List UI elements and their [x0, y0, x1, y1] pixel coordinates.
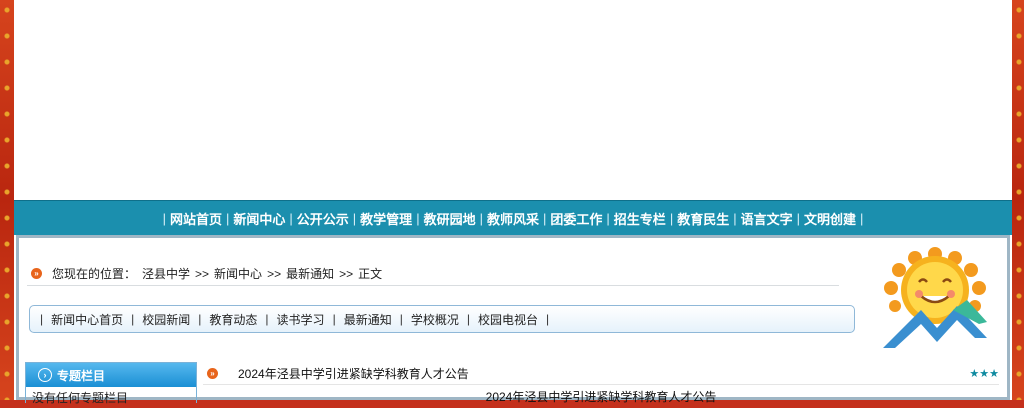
nav-item-research[interactable]: 教研园地: [424, 209, 476, 228]
topic-column-box: › 专题栏目 没有任何专题栏目: [25, 362, 197, 405]
content-frame: » 您现在的位置： 泾县中学 >> 新闻中心 >> 最新通知 >> 正文 | 新…: [16, 235, 1010, 405]
breadcrumb-current: 正文: [358, 267, 383, 281]
nav-item-livelihood[interactable]: 教育民生: [677, 209, 729, 228]
page: | 网站首页 | 新闻中心 | 公开公示 | 教学管理 | 教研园地 | 教师风…: [14, 0, 1012, 405]
main-nav: | 网站首页 | 新闻中心 | 公开公示 | 教学管理 | 教研园地 | 教师风…: [14, 200, 1012, 235]
nav-item-public-notice[interactable]: 公开公示: [297, 209, 349, 228]
breadcrumb-link-news[interactable]: 新闻中心: [214, 265, 262, 282]
subnav-item-campus-tv[interactable]: 校园电视台: [478, 311, 538, 328]
breadcrumb-link-school[interactable]: 泾县中学: [142, 265, 190, 282]
nav-item-teaching[interactable]: 教学管理: [360, 209, 412, 228]
subnav-item-campus-news[interactable]: 校园新闻: [142, 311, 190, 328]
nav-item-home[interactable]: 网站首页: [170, 209, 222, 228]
arrow-bullet-icon: »: [207, 367, 218, 379]
rating-stars: ★★★: [969, 367, 999, 380]
nav-item-language[interactable]: 语言文字: [741, 209, 793, 228]
content-area: » 您现在的位置： 泾县中学 >> 新闻中心 >> 最新通知 >> 正文 | 新…: [19, 238, 1007, 405]
nav-item-teachers[interactable]: 教师风采: [487, 209, 539, 228]
right-decorative-border: [1012, 0, 1024, 400]
nav-item-admissions[interactable]: 招生专栏: [614, 209, 666, 228]
subnav-item-reading[interactable]: 读书学习: [277, 311, 325, 328]
article-title: 2024年泾县中学引进紧缺学科教育人才公告: [238, 366, 469, 381]
subnav-item-edu-trends[interactable]: 教育动态: [209, 311, 257, 328]
nav-item-news[interactable]: 新闻中心: [233, 209, 285, 228]
left-decorative-border: [0, 0, 14, 400]
nav-item-civilization[interactable]: 文明创建: [804, 209, 856, 228]
article-title-row: » 2024年泾县中学引进紧缺学科教育人才公告 ★★★: [203, 362, 999, 385]
topic-column-empty: 没有任何专题栏目: [32, 391, 129, 405]
article-heading: 2024年泾县中学引进紧缺学科教育人才公告: [485, 390, 717, 404]
subnav-item-latest-notice[interactable]: 最新通知: [344, 311, 392, 328]
sun-mascot-logo: [883, 247, 987, 348]
chevron-right-icon: ›: [38, 368, 52, 382]
topic-column-header: › 专题栏目: [26, 363, 196, 387]
divider: [27, 285, 839, 286]
sub-nav: | 新闻中心首页 | 校园新闻 | 教育动态 | 读书学习 | 最新通知 | 学…: [29, 305, 855, 333]
breadcrumb-link-latest[interactable]: 最新通知: [286, 265, 334, 282]
nav-item-league[interactable]: 团委工作: [550, 209, 602, 228]
arrow-bullet-icon: »: [31, 268, 42, 279]
breadcrumb: » 您现在的位置： 泾县中学 >> 新闻中心 >> 最新通知 >> 正文: [31, 265, 382, 282]
header-banner: [14, 0, 1012, 200]
breadcrumb-prefix: 您现在的位置：: [52, 267, 137, 281]
subnav-item-news-home[interactable]: 新闻中心首页: [51, 311, 123, 328]
subnav-item-school-overview[interactable]: 学校概况: [411, 311, 459, 328]
topic-column-title: 专题栏目: [57, 368, 106, 383]
